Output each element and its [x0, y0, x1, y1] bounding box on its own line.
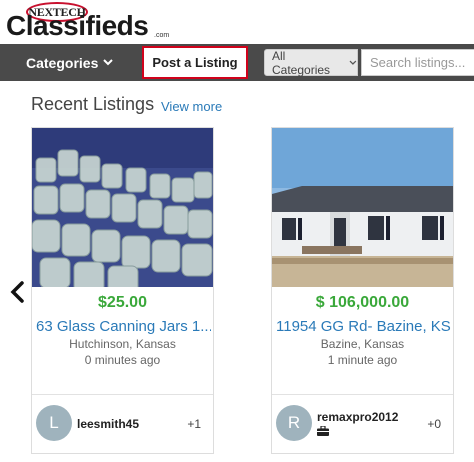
logo-suffix: .com [154, 32, 170, 39]
avatar[interactable]: L [36, 405, 72, 441]
seller-username[interactable]: leesmith45 [77, 417, 139, 431]
category-select[interactable]: All Categories [264, 48, 358, 77]
nav-bar: Categories Post a Listing All Categories [0, 44, 474, 81]
site-logo[interactable]: NEXTECH Classifieds .com [0, 0, 474, 44]
listing-seller: R remaxpro2012 +0 [272, 394, 453, 453]
logo-wordmark: Classifieds [6, 10, 149, 41]
listing-card[interactable]: $25.00 63 Glass Canning Jars 1... Hutchi… [31, 127, 214, 454]
section-title: Recent Listings [31, 94, 155, 114]
listing-card[interactable]: $ 106,000.00 11954 GG Rd- Bazine, KS. Ba… [271, 127, 454, 454]
chevron-left-icon[interactable] [8, 280, 26, 304]
categories-label: Categories [26, 54, 99, 71]
listing-title-link[interactable]: 11954 GG Rd- Bazine, KS. [276, 318, 451, 335]
avatar[interactable]: R [276, 405, 312, 441]
listing-seller: L leesmith45 +1 [32, 394, 213, 453]
chevron-down-icon [103, 59, 114, 66]
chevron-down-icon [349, 60, 357, 65]
listing-photo-jars[interactable] [32, 128, 213, 287]
post-listing-button[interactable]: Post a Listing [142, 46, 248, 79]
seller-username[interactable]: remaxpro2012 [317, 410, 398, 424]
listing-price: $25.00 [98, 294, 147, 311]
search-input[interactable] [361, 49, 474, 76]
listing-location: Bazine, Kansas [320, 337, 405, 351]
listing-photo-house[interactable] [272, 128, 453, 287]
category-select-value: All Categories [272, 48, 331, 77]
briefcase-icon [317, 426, 329, 436]
seller-count: +1 [187, 417, 201, 431]
categories-menu[interactable]: Categories [26, 44, 114, 81]
listing-price: $ 106,000.00 [315, 294, 410, 311]
listing-title-link[interactable]: 63 Glass Canning Jars 1... [36, 318, 211, 335]
listing-location: Hutchinson, Kansas [69, 337, 176, 351]
listing-time: 1 minute ago [327, 353, 398, 367]
listing-time: 0 minutes ago [84, 353, 161, 367]
seller-count: +0 [427, 417, 441, 431]
view-more-link[interactable]: View more [161, 99, 222, 114]
